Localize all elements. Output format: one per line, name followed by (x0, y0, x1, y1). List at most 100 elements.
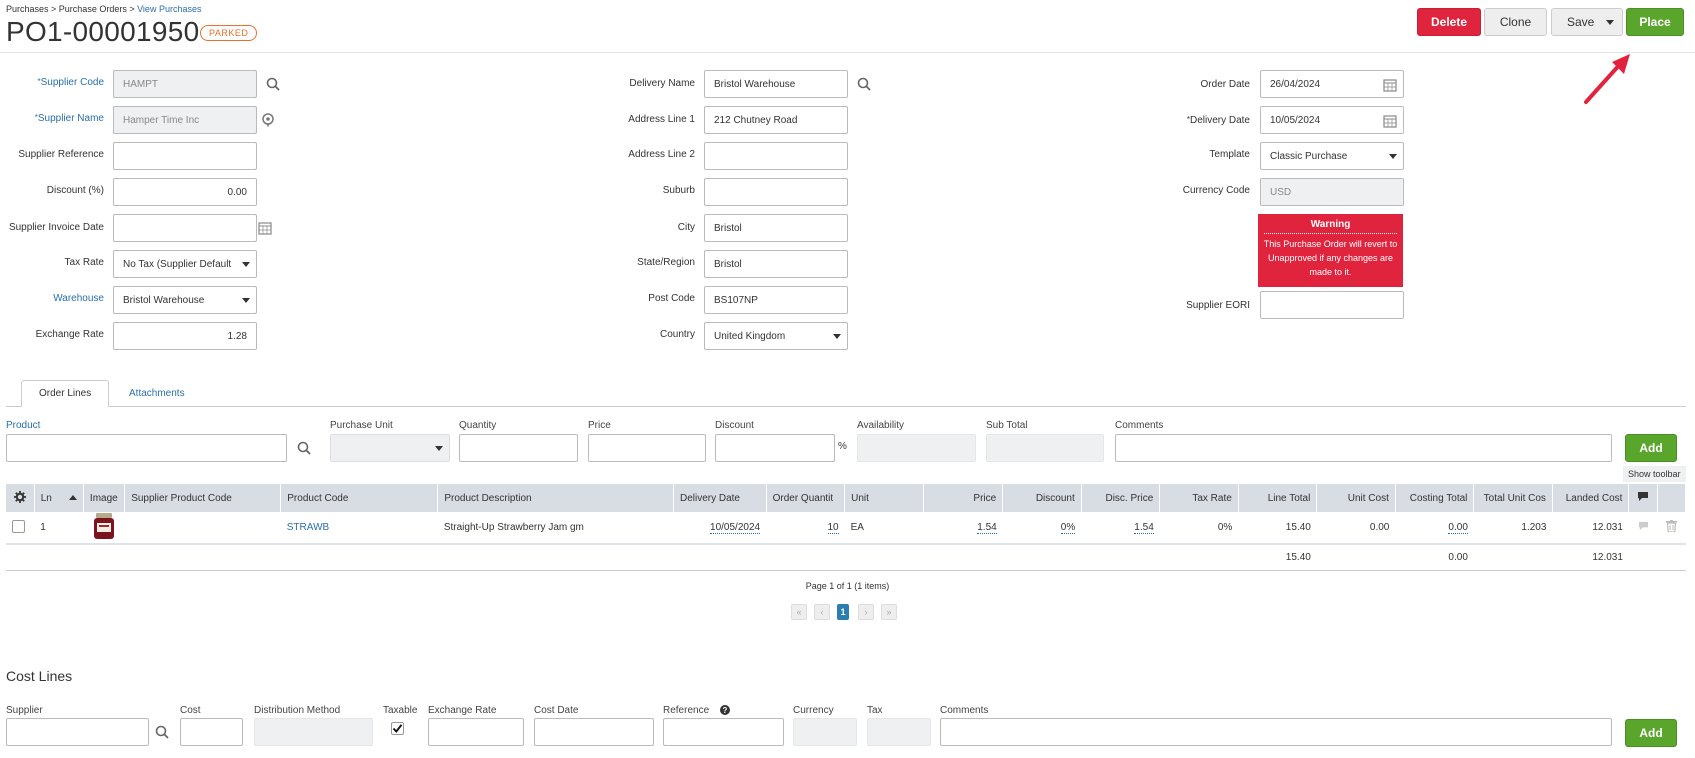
reference-input[interactable] (663, 718, 784, 746)
row-delete-cell[interactable] (1657, 512, 1686, 545)
col-unit[interactable]: Unit (844, 484, 924, 512)
add-line-button[interactable]: Add (1625, 434, 1677, 462)
save-button[interactable]: Save (1551, 8, 1623, 36)
col-costing-total[interactable]: Costing Total (1395, 484, 1475, 512)
chevron-down-icon[interactable] (1606, 20, 1614, 25)
supplier-reference-field[interactable] (113, 142, 257, 170)
search-icon[interactable] (155, 725, 169, 739)
price-input[interactable] (588, 434, 706, 462)
place-button[interactable]: Place (1626, 8, 1684, 36)
cost-input[interactable] (180, 718, 243, 746)
row-disc-price-cell[interactable]: 1.54 (1081, 512, 1160, 545)
row-discount[interactable]: 0% (1060, 522, 1076, 534)
warehouse-select[interactable]: Bristol Warehouse (113, 286, 257, 314)
suburb-field[interactable] (704, 178, 848, 206)
city-field[interactable]: Bristol (704, 214, 848, 242)
supplier-name-field[interactable]: Hamper Time Inc (113, 106, 257, 134)
order-date-field[interactable]: 26/04/2024 (1260, 70, 1404, 98)
col-product-code[interactable]: Product Code (280, 484, 439, 512)
pager-prev-button[interactable]: ‹ (814, 604, 830, 620)
clone-button[interactable]: Clone (1484, 8, 1547, 36)
template-select[interactable]: Classic Purchase (1260, 142, 1404, 170)
post-code-field[interactable]: BS107NP (704, 286, 848, 314)
row-disc-price[interactable]: 1.54 (1134, 522, 1154, 534)
row-price[interactable]: 1.54 (977, 522, 997, 534)
discount-input[interactable] (715, 434, 835, 462)
comments-input[interactable] (1115, 434, 1612, 462)
row-delivery-date[interactable]: 10/05/2024 (710, 522, 761, 534)
col-line-total[interactable]: Line Total (1238, 484, 1318, 512)
state-region-field[interactable]: Bristol (704, 250, 848, 278)
row-delivery-date-cell[interactable]: 10/05/2024 (673, 512, 767, 545)
tab-attachments[interactable]: Attachments (112, 380, 202, 407)
col-price[interactable]: Price (923, 484, 1004, 512)
pager-next-button[interactable]: › (858, 604, 874, 620)
delivery-name-field[interactable]: Bristol Warehouse (704, 70, 848, 98)
cost-date-input[interactable] (534, 718, 654, 746)
supplier-eori-field[interactable] (1260, 291, 1404, 319)
table-row[interactable]: 1 STRAWB Straight-Up Strawberry Jam gm 1… (6, 512, 1686, 545)
cost-supplier-input[interactable] (6, 718, 149, 746)
warehouse-label[interactable]: Warehouse (6, 293, 104, 304)
discount-field[interactable]: 0.00 (113, 178, 257, 206)
search-icon[interactable] (297, 441, 311, 455)
supplier-code-field[interactable]: HAMPT (113, 70, 257, 98)
exchange-rate-field[interactable]: 1.28 (113, 322, 257, 350)
row-select-cell[interactable] (6, 512, 35, 545)
calendar-icon[interactable] (1383, 114, 1397, 128)
tab-order-lines[interactable]: Order Lines (21, 380, 110, 407)
row-costing-total-cell[interactable]: 0.00 (1395, 512, 1474, 545)
tax-rate-select[interactable]: No Tax (Supplier Default (113, 250, 257, 278)
col-discount[interactable]: Discount (1002, 484, 1082, 512)
col-landed-cost[interactable]: Landed Cost (1552, 484, 1630, 512)
col-order-quantity[interactable]: Order Quantit (766, 484, 846, 512)
taxable-checkbox[interactable] (391, 722, 404, 735)
row-comment-cell[interactable] (1628, 512, 1658, 545)
cost-exchange-rate-input[interactable] (428, 718, 524, 746)
col-disc-price[interactable]: Disc. Price (1081, 484, 1161, 512)
row-qty-cell[interactable]: 10 (766, 512, 845, 545)
row-discount-cell[interactable]: 0% (1002, 512, 1082, 545)
delete-button[interactable]: Delete (1417, 8, 1481, 36)
quantity-input[interactable] (459, 434, 578, 462)
trash-icon[interactable] (1665, 520, 1677, 533)
row-costing-total[interactable]: 0.00 (1448, 522, 1468, 534)
col-total-unit-cost[interactable]: Total Unit Cos (1473, 484, 1553, 512)
pager-last-button[interactable]: » (881, 604, 897, 620)
breadcrumb-purchase-orders[interactable]: Purchase Orders (59, 4, 127, 14)
col-tax-rate[interactable]: Tax Rate (1159, 484, 1239, 512)
calendar-icon[interactable] (1383, 78, 1397, 92)
cost-comments-input[interactable] (940, 718, 1612, 746)
comment-icon[interactable] (1638, 521, 1649, 531)
search-icon[interactable] (857, 77, 871, 91)
row-qty[interactable]: 10 (827, 522, 839, 534)
calendar-icon[interactable] (258, 221, 272, 235)
supplier-invoice-date-field[interactable] (113, 214, 257, 242)
delivery-date-field[interactable]: 10/05/2024 (1260, 106, 1404, 134)
col-ln[interactable]: Ln (34, 484, 84, 512)
purchase-unit-select[interactable] (330, 434, 450, 462)
col-delivery-date[interactable]: Delivery Date (673, 484, 767, 512)
help-icon[interactable]: ? (719, 705, 730, 716)
grid-settings[interactable] (6, 484, 35, 512)
map-pin-icon[interactable] (261, 113, 275, 127)
currency-code-field[interactable]: USD (1260, 178, 1404, 206)
col-product-description[interactable]: Product Description (437, 484, 674, 512)
distribution-method-select[interactable] (254, 718, 373, 746)
search-icon[interactable] (266, 77, 280, 91)
address-line2-field[interactable] (704, 142, 848, 170)
pager-first-button[interactable]: « (791, 604, 807, 620)
add-cost-line-button[interactable]: Add (1625, 719, 1677, 747)
col-supplier-product-code[interactable]: Supplier Product Code (124, 484, 282, 512)
breadcrumb-purchases[interactable]: Purchases (6, 4, 49, 14)
col-unit-cost[interactable]: Unit Cost (1316, 484, 1396, 512)
row-checkbox[interactable] (12, 519, 25, 533)
row-product-code-link[interactable]: STRAWB (280, 512, 438, 545)
product-input[interactable] (6, 434, 287, 462)
gear-icon[interactable] (13, 490, 26, 503)
country-select[interactable]: United Kingdom (704, 322, 848, 350)
col-image[interactable]: Image (83, 484, 126, 512)
pager-page-1[interactable]: 1 (837, 604, 849, 620)
breadcrumb-view-purchases[interactable]: View Purchases (137, 4, 201, 14)
row-price-cell[interactable]: 1.54 (923, 512, 1003, 545)
